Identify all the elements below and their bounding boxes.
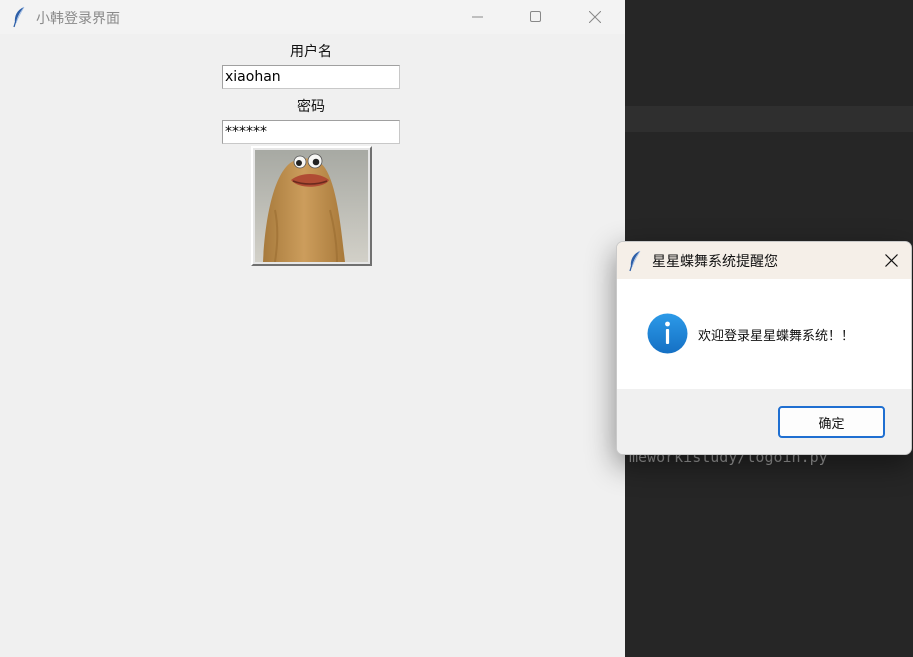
info-icon <box>647 313 688 354</box>
password-label: 密码 <box>297 99 325 115</box>
dialog-title: 星星蝶舞系统提醒您 <box>652 254 778 270</box>
login-image-button[interactable] <box>251 146 372 266</box>
dialog-titlebar[interactable]: 星星蝶舞系统提醒您 <box>617 242 911 279</box>
feather-icon <box>628 250 642 276</box>
dialog-message: 欢迎登录星星蝶舞系统！！ <box>698 329 855 344</box>
password-input[interactable] <box>222 120 400 144</box>
meme-creature-image <box>255 150 368 263</box>
close-icon <box>885 254 898 267</box>
window-title: 小韩登录界面 <box>36 11 120 27</box>
minimize-icon <box>472 16 483 18</box>
editor-current-line <box>625 106 913 132</box>
ok-button[interactable]: 确定 <box>778 406 885 438</box>
feather-icon <box>12 6 26 32</box>
username-input[interactable] <box>222 65 400 89</box>
window-titlebar[interactable]: 小韩登录界面 <box>0 0 625 34</box>
close-icon <box>589 11 601 23</box>
maximize-icon <box>530 11 541 22</box>
username-label: 用户名 <box>290 44 332 60</box>
dialog-footer: 确定 <box>617 389 911 454</box>
close-button[interactable] <box>566 0 624 34</box>
maximize-button[interactable] <box>507 0 565 34</box>
message-dialog: 星星蝶舞系统提醒您 欢迎登录星星蝶舞系统！！ 确定 <box>616 241 912 455</box>
dialog-close-button[interactable] <box>872 242 911 279</box>
minimize-button[interactable] <box>449 0 507 34</box>
login-window: 小韩登录界面 用户名 密码 <box>0 0 625 657</box>
dialog-body: 欢迎登录星星蝶舞系统！！ <box>617 279 911 389</box>
